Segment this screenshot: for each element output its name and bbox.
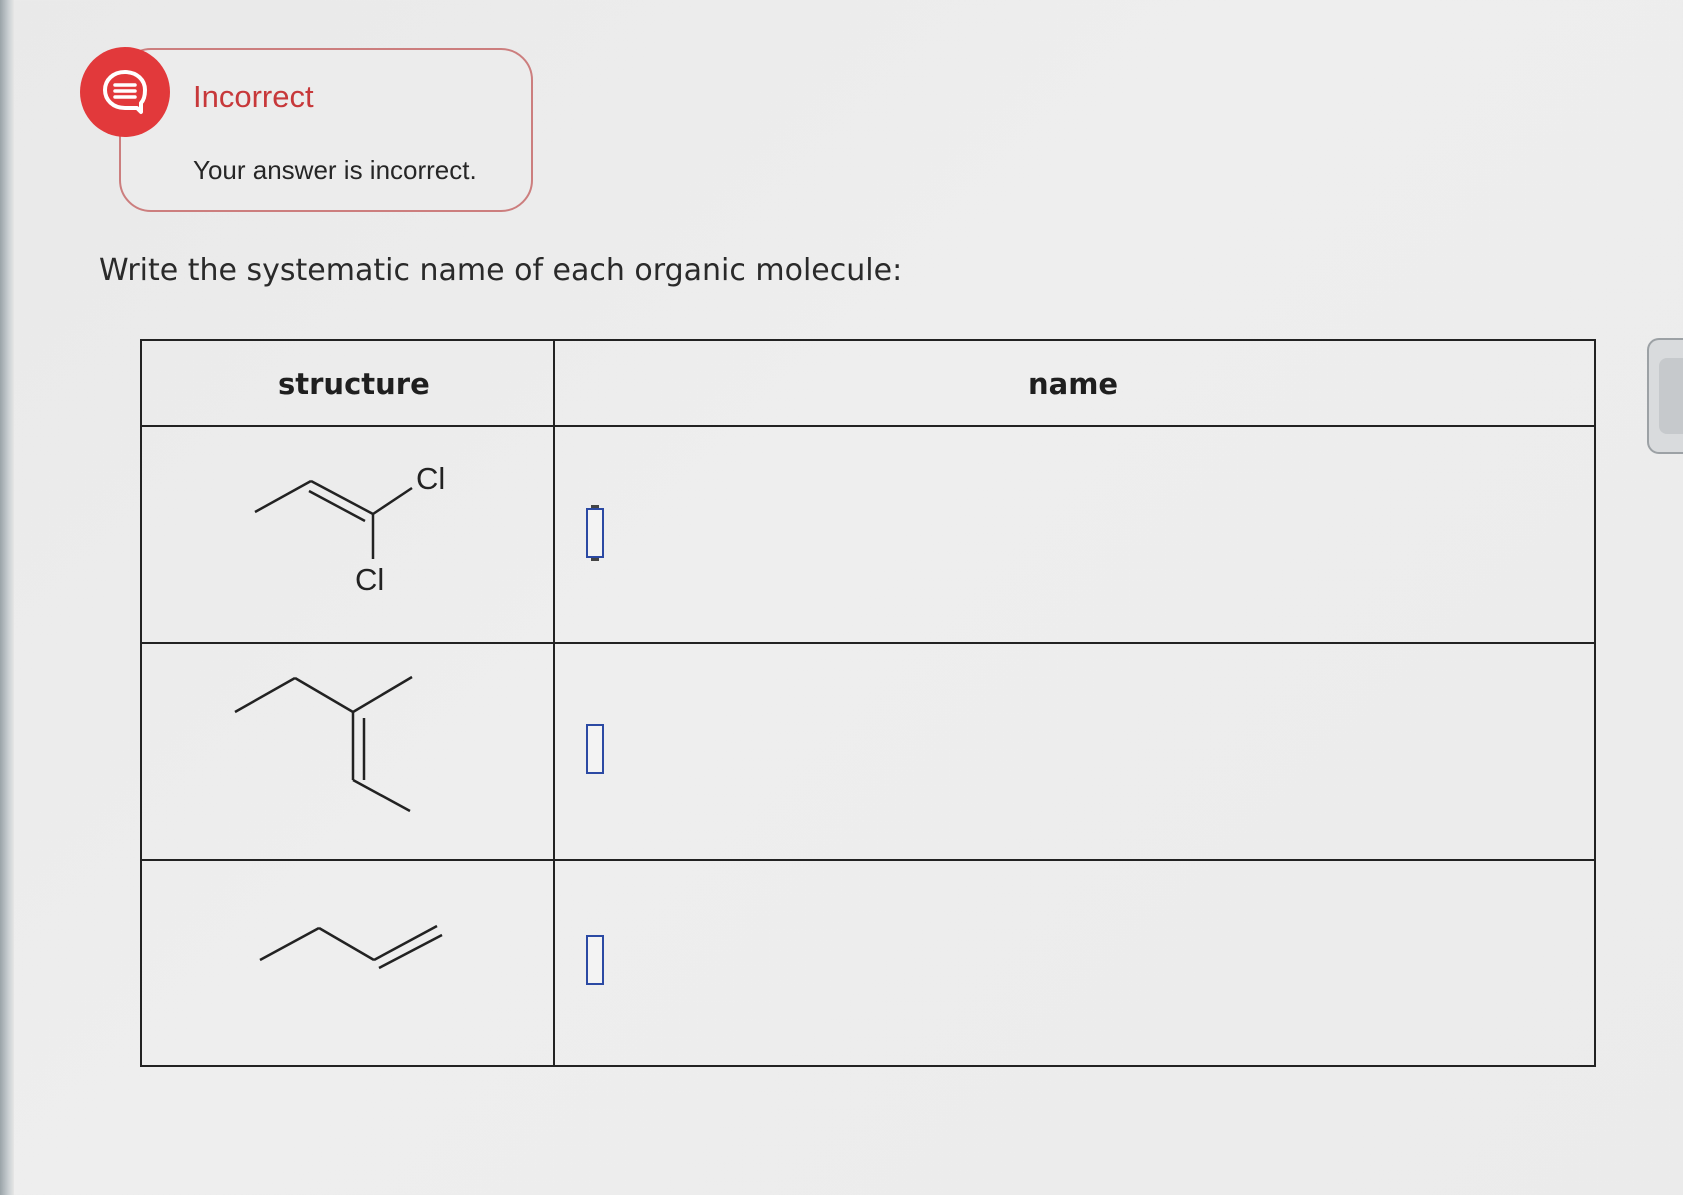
header-structure: structure <box>278 367 430 401</box>
chlorine-label-bottom: Cl <box>355 562 385 597</box>
feedback-status: Incorrect <box>193 79 314 114</box>
question-prompt: Write the systematic name of each organi… <box>99 253 903 288</box>
structure-2 <box>140 644 554 860</box>
answer-table: structure name Cl Cl <box>140 339 1596 1067</box>
chlorine-label-top: Cl <box>416 461 446 496</box>
structure-1: Cl Cl <box>140 427 554 643</box>
side-panel-tab-handle <box>1659 358 1683 434</box>
molecule-3-drawing <box>259 924 443 970</box>
molecule-1-drawing <box>254 479 413 559</box>
molecule-2-drawing <box>234 675 413 813</box>
feedback-message: Your answer is incorrect. <box>193 155 477 185</box>
name-input-3[interactable] <box>586 935 604 985</box>
structure-3 <box>140 861 554 1066</box>
screen-left-edge <box>0 0 14 1195</box>
side-panel-tab[interactable] <box>1647 338 1683 454</box>
header-name: name <box>1028 367 1119 401</box>
chat-bubble-icon <box>80 47 170 137</box>
name-input-2[interactable] <box>586 724 604 774</box>
name-input-1[interactable] <box>586 505 604 561</box>
feedback-card <box>119 48 533 212</box>
